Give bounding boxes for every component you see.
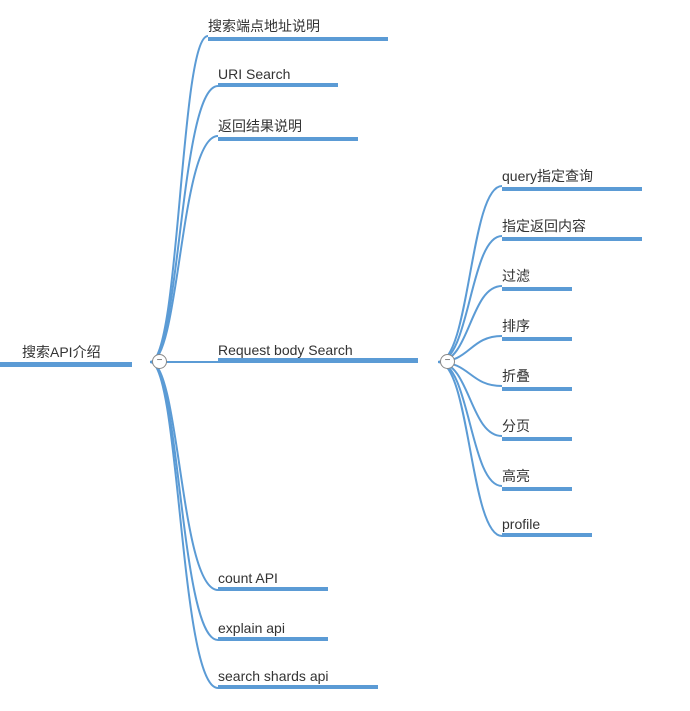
node-request-body[interactable]: Request body Search (218, 342, 418, 361)
node-filter[interactable]: 过滤 (502, 266, 572, 289)
node-label: 分页 (502, 418, 530, 434)
node-result-desc[interactable]: 返回结果说明 (218, 116, 358, 139)
node-return-content[interactable]: 指定返回内容 (502, 216, 642, 239)
node-collapse[interactable]: 折叠 (502, 366, 572, 389)
node-sort[interactable]: 排序 (502, 316, 572, 339)
node-label: profile (502, 516, 540, 532)
node-paging[interactable]: 分页 (502, 416, 572, 439)
node-label: explain api (218, 620, 285, 636)
node-search-shards[interactable]: search shards api (218, 668, 378, 687)
node-underline (218, 587, 328, 591)
root-node[interactable]: 搜索API介绍 (22, 342, 132, 365)
node-label: 过滤 (502, 268, 530, 284)
node-underline (218, 83, 338, 87)
node-count-api[interactable]: count API (218, 570, 328, 589)
node-underline (502, 187, 642, 191)
node-underline (0, 362, 132, 367)
node-underline (218, 137, 358, 141)
node-underline (502, 237, 642, 241)
node-underline (502, 387, 572, 391)
node-underline (502, 337, 572, 341)
node-label: Request body Search (218, 342, 353, 358)
node-endpoint-desc[interactable]: 搜索端点地址说明 (208, 16, 388, 39)
node-label: query指定查询 (502, 168, 593, 184)
node-label: 返回结果说明 (218, 118, 302, 134)
node-underline (218, 685, 378, 689)
node-label: count API (218, 570, 278, 586)
node-label: 折叠 (502, 368, 530, 384)
root-label: 搜索API介绍 (22, 344, 101, 360)
node-label: 排序 (502, 318, 530, 334)
node-underline (502, 533, 592, 537)
node-query[interactable]: query指定查询 (502, 166, 642, 189)
node-underline (502, 487, 572, 491)
node-underline (502, 287, 572, 291)
node-underline (208, 37, 388, 41)
toggle-request-body[interactable]: − (440, 354, 455, 369)
node-underline (218, 358, 418, 363)
toggle-root[interactable]: − (152, 354, 167, 369)
node-underline (218, 637, 328, 641)
node-label: URI Search (218, 66, 290, 82)
node-explain-api[interactable]: explain api (218, 620, 328, 639)
node-profile[interactable]: profile (502, 516, 592, 535)
node-uri-search[interactable]: URI Search (218, 66, 338, 85)
node-label: 指定返回内容 (502, 218, 586, 234)
node-label: search shards api (218, 668, 329, 684)
node-highlight[interactable]: 高亮 (502, 466, 572, 489)
node-label: 搜索端点地址说明 (208, 18, 320, 34)
node-label: 高亮 (502, 468, 530, 484)
node-underline (502, 437, 572, 441)
